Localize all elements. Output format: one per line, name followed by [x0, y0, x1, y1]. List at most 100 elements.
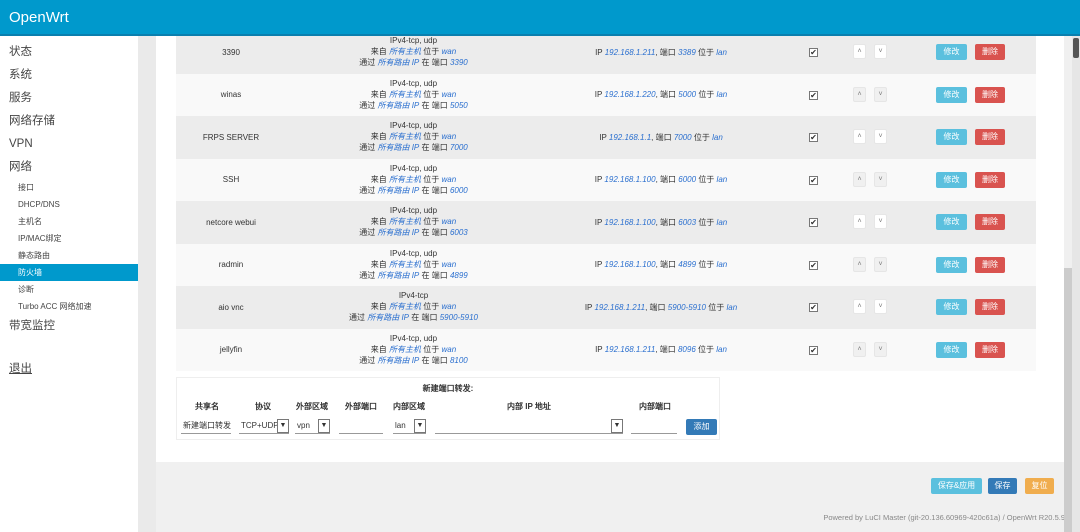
name-input[interactable]: 新建端口转发	[181, 419, 231, 434]
sidebar-subitem[interactable]: IP/MAC绑定	[0, 230, 138, 247]
int-port[interactable]: 4899	[678, 260, 696, 269]
edit-button[interactable]: 修改	[936, 256, 967, 273]
any-host[interactable]: 所有主机	[389, 345, 421, 354]
src-zone[interactable]: wan	[442, 175, 457, 184]
int-port[interactable]: 3389	[678, 48, 696, 57]
dest-ip[interactable]: 192.168.1.211	[605, 48, 656, 57]
any-host[interactable]: 所有主机	[389, 175, 421, 184]
dest-ip[interactable]: 192.168.1.100	[604, 175, 655, 184]
any-router-ip[interactable]: 所有路由 IP	[377, 356, 419, 365]
dest-zone[interactable]: lan	[716, 345, 727, 354]
move-down-button[interactable]: ˅	[874, 171, 887, 187]
ext-port[interactable]: 7000	[450, 143, 468, 152]
dest-zone[interactable]: lan	[716, 48, 727, 57]
move-down-button[interactable]: ˅	[874, 129, 887, 144]
sidebar-subitem[interactable]: 防火墙	[0, 264, 138, 281]
ext-port-input[interactable]	[339, 419, 383, 434]
int-port[interactable]: 6003	[678, 218, 696, 227]
enabled-checkbox[interactable]: ✔	[809, 303, 818, 312]
delete-button[interactable]: 删除	[975, 86, 1005, 103]
int-port-input[interactable]	[631, 419, 677, 434]
edit-button[interactable]: 修改	[936, 341, 967, 358]
sidebar-item[interactable]: 网络存储	[0, 110, 138, 133]
any-router-ip[interactable]: 所有路由 IP	[377, 101, 419, 110]
dest-ip[interactable]: 192.168.1.100	[604, 218, 655, 227]
any-host[interactable]: 所有主机	[389, 302, 421, 311]
move-down-button[interactable]: ˅	[874, 341, 887, 357]
int-port[interactable]: 6000	[678, 175, 696, 184]
dest-zone[interactable]: lan	[717, 175, 728, 184]
any-host[interactable]: 所有主机	[389, 260, 421, 269]
dest-ip[interactable]: 192.168.1.100	[604, 260, 655, 269]
int-port[interactable]: 7000	[674, 133, 692, 142]
enabled-checkbox[interactable]: ✔	[809, 133, 818, 142]
move-down-button[interactable]: ˅	[874, 44, 887, 59]
enabled-checkbox[interactable]: ✔	[809, 175, 818, 185]
edit-button[interactable]: 修改	[936, 44, 967, 60]
sidebar-item[interactable]: VPN	[0, 133, 138, 156]
ext-port[interactable]: 6003	[450, 228, 468, 237]
reset-button[interactable]: 复位	[1025, 478, 1054, 494]
enabled-checkbox[interactable]: ✔	[809, 90, 818, 100]
any-router-ip[interactable]: 所有路由 IP	[377, 186, 419, 195]
move-up-button[interactable]: ˄	[853, 129, 866, 144]
int-port[interactable]: 5000	[678, 90, 696, 99]
any-router-ip[interactable]: 所有路由 IP	[367, 313, 409, 322]
edit-button[interactable]: 修改	[936, 86, 967, 103]
any-router-ip[interactable]: 所有路由 IP	[377, 58, 419, 67]
enabled-checkbox[interactable]: ✔	[809, 345, 818, 355]
add-button[interactable]: 添加	[686, 419, 717, 435]
move-up-button[interactable]: ˄	[853, 256, 866, 272]
dest-zone[interactable]: lan	[717, 90, 728, 99]
save-button[interactable]: 保存	[988, 478, 1017, 494]
sidebar-subitem[interactable]: DHCP/DNS	[0, 196, 138, 213]
brand-logo[interactable]: OpenWrt	[9, 9, 69, 26]
dest-ip[interactable]: 192.168.1.1	[609, 133, 651, 142]
any-host[interactable]: 所有主机	[389, 132, 421, 141]
sidebar-item[interactable]: 网络	[0, 156, 138, 179]
any-router-ip[interactable]: 所有路由 IP	[377, 271, 419, 280]
dest-ip[interactable]: 192.168.1.211	[605, 345, 656, 354]
dest-ip[interactable]: 192.168.1.211	[594, 303, 645, 312]
any-host[interactable]: 所有主机	[389, 47, 421, 56]
move-up-button[interactable]: ˄	[853, 214, 866, 229]
int-port[interactable]: 5900-5910	[668, 303, 706, 312]
int-port[interactable]: 8096	[678, 345, 696, 354]
delete-button[interactable]: 删除	[975, 341, 1005, 358]
sidebar-subitem[interactable]: Turbo ACC 网络加速	[0, 298, 138, 315]
edit-button[interactable]: 修改	[936, 299, 967, 315]
any-host[interactable]: 所有主机	[389, 90, 421, 99]
move-up-button[interactable]: ˄	[853, 86, 866, 102]
scrollbar-thumb[interactable]	[1073, 38, 1079, 58]
move-up-button[interactable]: ˄	[853, 44, 866, 59]
move-down-button[interactable]: ˅	[874, 214, 887, 229]
sidebar-item[interactable]: 服务	[0, 87, 138, 110]
sidebar-item[interactable]: 状态	[0, 41, 138, 64]
move-down-button[interactable]: ˅	[874, 86, 887, 102]
any-router-ip[interactable]: 所有路由 IP	[377, 228, 419, 237]
int-zone-select[interactable]: lan ▼	[393, 419, 426, 434]
ext-zone-select[interactable]: vpn ▼	[295, 419, 330, 434]
move-down-button[interactable]: ˅	[874, 256, 887, 272]
src-zone[interactable]: wan	[442, 132, 457, 141]
src-zone[interactable]: wan	[442, 90, 457, 99]
move-up-button[interactable]: ˄	[853, 341, 866, 357]
sidebar-subitem[interactable]: 主机名	[0, 213, 138, 230]
move-up-button[interactable]: ˄	[853, 171, 866, 187]
ext-port[interactable]: 5900-5910	[440, 313, 478, 322]
move-up-button[interactable]: ˄	[853, 299, 866, 314]
sidebar-subitem[interactable]: 诊断	[0, 281, 138, 298]
edit-button[interactable]: 修改	[936, 171, 967, 188]
delete-button[interactable]: 删除	[975, 214, 1005, 230]
any-host[interactable]: 所有主机	[389, 217, 421, 226]
sidebar-subitem[interactable]: 静态路由	[0, 247, 138, 264]
src-zone[interactable]: wan	[442, 217, 457, 226]
dest-zone[interactable]: lan	[717, 218, 728, 227]
dest-ip[interactable]: 192.168.1.220	[604, 90, 655, 99]
sidebar-item[interactable]: 系统	[0, 64, 138, 87]
src-zone[interactable]: wan	[442, 260, 457, 269]
logout-link[interactable]: 退出	[0, 358, 138, 381]
enabled-checkbox[interactable]: ✔	[809, 218, 818, 227]
delete-button[interactable]: 删除	[975, 171, 1005, 188]
save-apply-button[interactable]: 保存&应用	[931, 478, 982, 494]
